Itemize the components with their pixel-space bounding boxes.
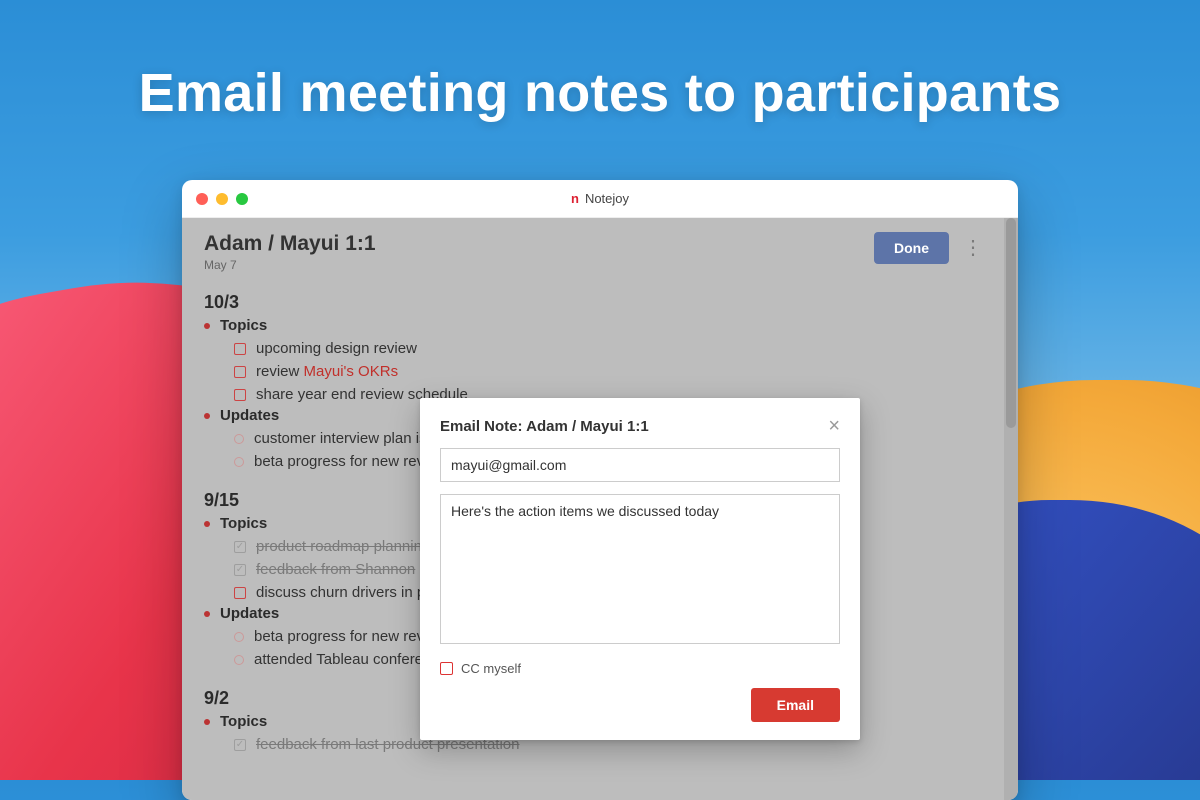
checkbox-icon[interactable] — [234, 343, 246, 355]
titlebar: n Notejoy — [182, 180, 1018, 218]
email-message-input[interactable] — [440, 494, 840, 644]
item-text: beta progress for new rev - 5 — [254, 628, 446, 645]
item-text: upcoming design review — [256, 340, 417, 357]
email-note-dialog: Email Note: Adam / Mayui 1:1 × CC myself… — [420, 398, 860, 740]
list-item: upcoming design review — [204, 340, 982, 357]
scrollbar[interactable] — [1004, 218, 1018, 800]
window-title: n Notejoy — [182, 191, 1018, 206]
cc-myself-checkbox[interactable] — [440, 662, 453, 675]
bullet-circle-icon — [234, 457, 244, 467]
checkbox-icon[interactable] — [234, 541, 246, 553]
email-to-input[interactable] — [440, 448, 840, 482]
checkbox-icon[interactable] — [234, 739, 246, 751]
bullet-icon — [204, 719, 210, 725]
group-label: Updates — [220, 407, 279, 424]
checkbox-icon[interactable] — [234, 564, 246, 576]
bullet-icon — [204, 611, 210, 617]
item-text: attended Tableau conference — [254, 651, 447, 668]
item-text: customer interview plan is av — [254, 430, 447, 447]
scrollbar-thumb[interactable] — [1006, 218, 1016, 428]
checkbox-icon[interactable] — [234, 366, 246, 378]
group-label: Topics — [220, 317, 267, 334]
group-label: Updates — [220, 605, 279, 622]
item-text: review Mayui's OKRs — [256, 363, 398, 380]
item-text: discuss churn drivers in prod — [256, 584, 447, 601]
item-text: beta progress for new rev - 7 — [254, 453, 446, 470]
section-date: 10/3 — [204, 292, 982, 313]
bullet-icon — [204, 323, 210, 329]
send-email-button[interactable]: Email — [751, 688, 840, 722]
note-date: May 7 — [204, 258, 376, 272]
group-label: Topics — [220, 515, 267, 532]
cc-myself-label: CC myself — [461, 661, 521, 676]
checkbox-icon[interactable] — [234, 389, 246, 401]
inline-link[interactable]: Mayui's OKRs — [304, 363, 399, 380]
bullet-circle-icon — [234, 632, 244, 642]
bullet-icon — [204, 413, 210, 419]
app-logo-icon: n — [571, 191, 579, 206]
bullet-circle-icon — [234, 434, 244, 444]
item-text: feedback from Shannon — [256, 561, 415, 578]
bullet-circle-icon — [234, 655, 244, 665]
app-name: Notejoy — [585, 191, 629, 206]
group-label-row: Topics — [204, 317, 982, 334]
done-button[interactable]: Done — [874, 232, 949, 264]
close-icon[interactable]: × — [828, 416, 840, 436]
bullet-icon — [204, 521, 210, 527]
group-label: Topics — [220, 713, 267, 730]
list-item: review Mayui's OKRs — [204, 363, 982, 380]
dialog-title: Email Note: Adam / Mayui 1:1 — [440, 418, 649, 435]
hero-headline: Email meeting notes to participants — [0, 0, 1200, 124]
checkbox-icon[interactable] — [234, 587, 246, 599]
note-title: Adam / Mayui 1:1 — [204, 232, 376, 256]
